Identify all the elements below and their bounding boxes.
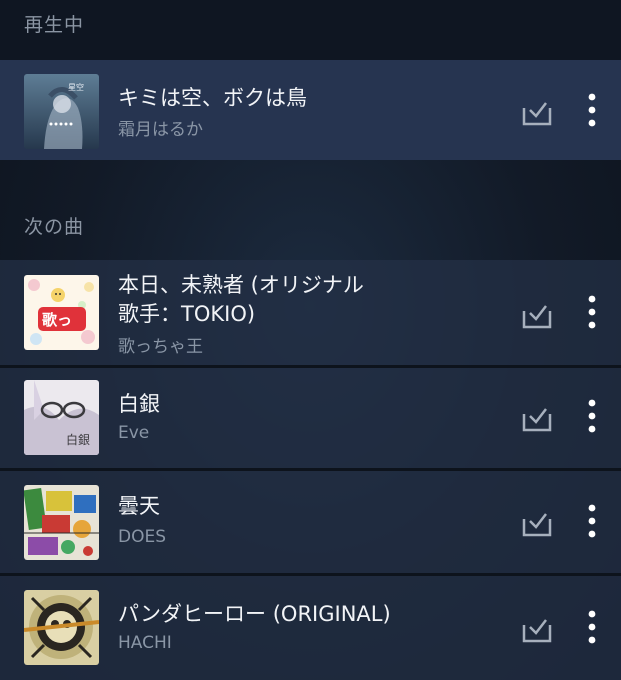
more-vertical-icon[interactable] — [578, 609, 606, 645]
more-vertical-icon[interactable] — [578, 398, 606, 434]
album-art-anime-girl-icon: 星空 — [24, 74, 99, 149]
list-item[interactable]: パンダヒーロー (ORIGINAL) HACHI — [0, 576, 621, 680]
now-playing-header-bar — [0, 0, 621, 60]
download-check-icon[interactable] — [522, 404, 552, 432]
download-check-icon[interactable] — [522, 301, 552, 329]
svg-text:白銀: 白銀 — [66, 432, 90, 447]
list-item[interactable]: 白銀 白銀 Eve — [0, 368, 621, 468]
download-check-icon[interactable] — [522, 615, 552, 643]
more-vertical-icon[interactable] — [578, 503, 606, 539]
album-art-hakugin-icon: 白銀 — [24, 380, 99, 455]
now-playing-header: 再生中 — [24, 14, 85, 36]
more-vertical-icon[interactable] — [578, 92, 606, 128]
track-title: キミは空、ボクは鳥 — [118, 86, 307, 110]
album-art-utatcha-ou-icon: 歌っ — [24, 275, 99, 350]
track-title: 本日、未熟者 (オリジナル 歌手：TOKIO) — [118, 273, 364, 326]
svg-text:星空: 星空 — [68, 82, 84, 92]
svg-text:歌っ: 歌っ — [42, 311, 72, 329]
more-vertical-icon[interactable] — [578, 294, 606, 330]
album-art-donten-icon — [24, 485, 99, 560]
download-check-icon[interactable] — [522, 98, 552, 126]
download-check-icon[interactable] — [522, 509, 552, 537]
up-next-header: 次の曲 — [24, 216, 85, 238]
now-playing-track[interactable]: 星空 キミは空、ボクは鳥 霜月はるか — [0, 60, 621, 160]
track-title: 曇天 — [118, 494, 160, 518]
track-artist: DOES — [118, 527, 167, 547]
track-artist: HACHI — [118, 633, 172, 653]
track-artist: Eve — [118, 423, 150, 443]
list-item[interactable]: 曇天 DOES — [0, 471, 621, 573]
track-artist: 霜月はるか — [118, 120, 203, 140]
list-item[interactable]: 歌っ 本日、未熟者 (オリジナル 歌手：TOKIO) 歌っちゃ王 — [0, 260, 621, 365]
track-artist: 歌っちゃ王 — [118, 337, 203, 357]
track-title: パンダヒーロー (ORIGINAL) — [118, 602, 391, 626]
track-title: 白銀 — [118, 392, 160, 416]
album-art-panda-hero-icon — [24, 590, 99, 665]
